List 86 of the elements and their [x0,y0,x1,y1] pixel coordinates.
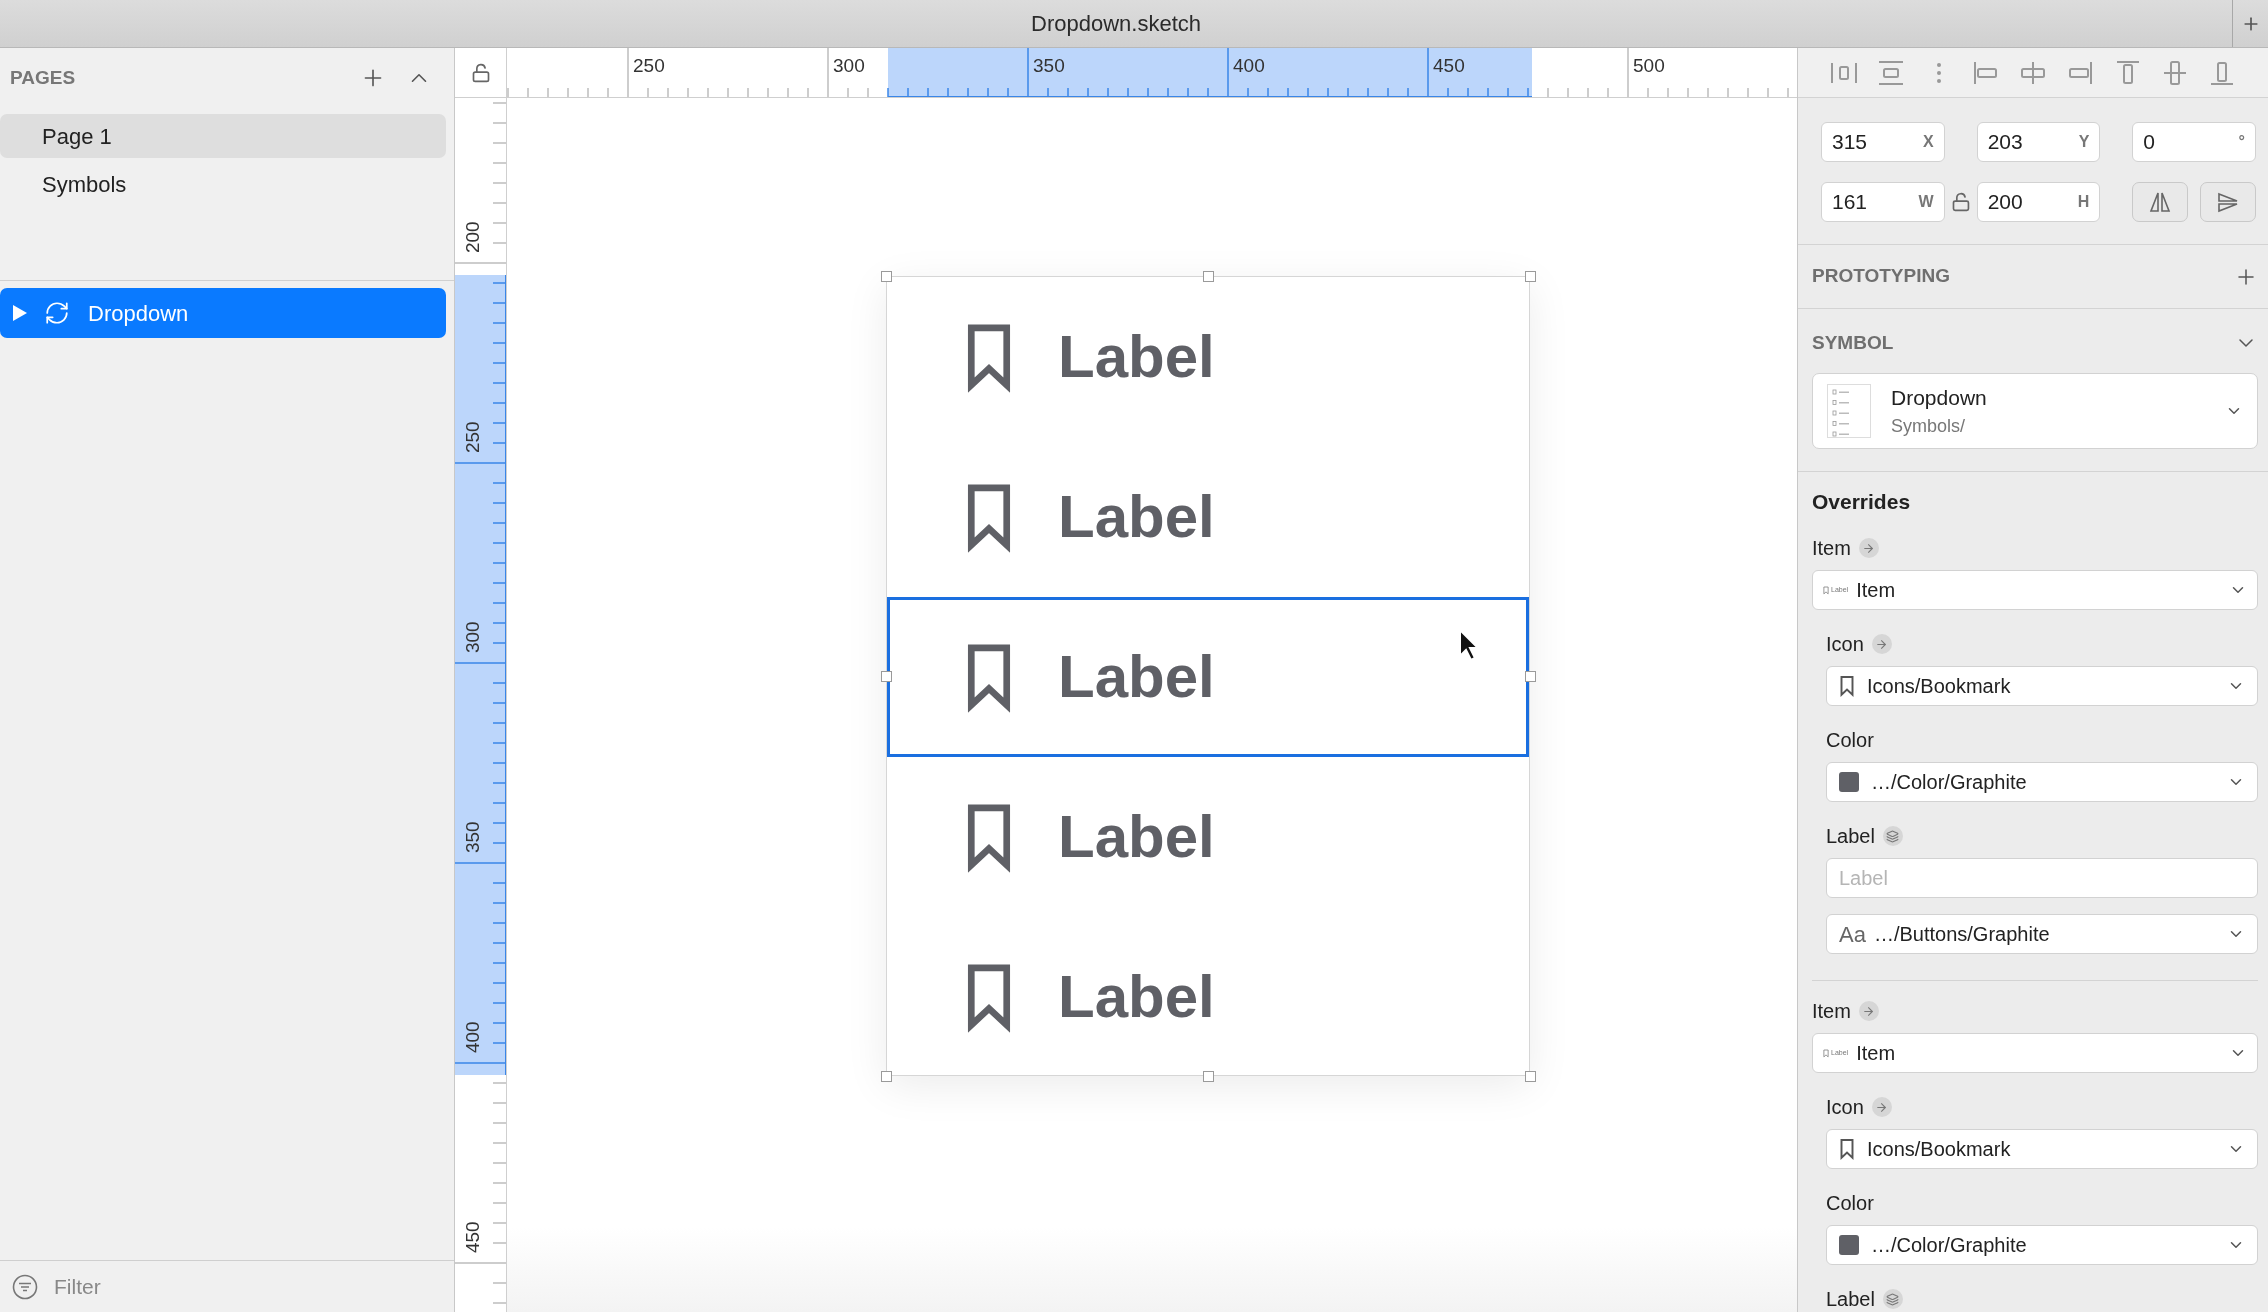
flip-horizontal-button[interactable] [2132,182,2189,222]
prototyping-heading: PROTOTYPING [1812,264,1950,289]
icon-select[interactable]: Icons/Bookmark [1826,666,2258,706]
dropdown-symbol[interactable]: Label Label Label Label Label [886,276,1530,1076]
flip-vertical-button[interactable] [2200,182,2256,222]
ruler-label: 450 [1433,54,1465,78]
collapsed-triangle-icon[interactable] [12,304,28,322]
resize-handle[interactable] [1525,271,1536,282]
resize-handle[interactable] [881,1071,892,1082]
override-heading: Item [1812,999,1851,1024]
window-title: Dropdown.sketch [1030,10,1202,38]
color-swatch [1839,1235,1859,1255]
symbol-picker[interactable]: Dropdown Symbols/ [1812,373,2258,449]
bookmark-icon [1823,1048,1829,1058]
layers-icon[interactable] [1882,1289,1903,1309]
layers-icon[interactable] [1882,826,1903,846]
text-style-preview: Aa [1839,920,1866,949]
page-item[interactable]: Symbols [0,162,446,206]
position-field[interactable]: 315 X [1821,122,1945,162]
menu-row[interactable]: Label [887,757,1529,917]
ruler-label: 300 [833,54,865,78]
item-label: Label [1058,802,1215,872]
layer-item[interactable]: Dropdown [0,288,446,338]
color-swatch [1839,772,1859,792]
override-heading: Label [1826,1287,1875,1312]
ruler-label: 250 [633,54,665,78]
unlocked-icon[interactable] [1950,192,1971,212]
field-unit: ° [2238,132,2245,152]
symbol-name: Dropdown [1891,384,1987,411]
override-heading: Icon [1826,632,1864,657]
symbol-path: Symbols/ [1891,415,1967,439]
field-unit: W [1918,192,1934,212]
ruler-label: 400 [460,1021,484,1053]
size-field[interactable]: 161 W [1821,182,1945,222]
page-item[interactable]: Page 1 [0,114,446,158]
color-select[interactable]: …/Color/Graphite [1826,762,2258,802]
icon-select[interactable]: Icons/Bookmark [1826,1129,2258,1169]
text-style-select[interactable]: Aa …/Buttons/Graphite [1826,914,2258,954]
menu-row[interactable]: Label [887,437,1529,597]
label-input-field[interactable]: Label [1826,858,2258,898]
ruler-label: 500 [1633,54,1665,78]
resize-handle[interactable] [1203,271,1214,282]
field-unit: X [1923,132,1934,152]
ruler-lock-icon[interactable] [470,62,491,83]
ruler-label: 350 [1033,54,1065,78]
position-field[interactable]: 0 ° [2132,122,2256,162]
filter-field[interactable]: Filter [54,1270,414,1303]
filter-icon[interactable] [12,1273,38,1300]
position-field[interactable]: 203 Y [1976,122,2101,162]
pages-heading: PAGES [10,65,76,90]
ruler-label: 200 [460,221,484,253]
resize-handle[interactable] [1525,1071,1536,1082]
ruler-label: 450 [460,1221,484,1253]
bookmark-icon [1823,585,1829,595]
override-heading: Color [1826,1191,1874,1216]
overrides-heading: Overrides [1812,489,1911,516]
menu-row[interactable]: Label [887,597,1529,757]
color-select[interactable]: …/Color/Graphite [1826,1225,2258,1265]
symbol-heading: SYMBOL [1812,330,1894,355]
ruler-label: 250 [460,421,484,453]
menu-row[interactable]: Label [887,277,1529,437]
override-heading: Label [1826,824,1875,849]
item-label: Label [1058,322,1215,392]
field-unit: H [2077,192,2090,212]
resize-handle[interactable] [1203,1071,1214,1082]
resize-handle[interactable] [881,671,892,682]
field-unit: Y [2078,132,2090,152]
flip-horizontal-icon [2148,190,2173,214]
resize-handle[interactable] [881,271,892,282]
bookmark-icon [1839,1138,1855,1160]
ruler-label: 300 [460,621,484,653]
item-label: Label [1058,642,1215,712]
item-label: Label [1058,482,1215,552]
override-heading: Color [1826,728,1874,753]
size-field[interactable]: 200 H [1976,182,2101,222]
menu-row[interactable]: Label [887,917,1529,1077]
bookmark-icon [1839,675,1855,697]
ruler-label: 350 [460,821,484,853]
symbol-icon [44,300,70,326]
symbol-thumbnail-drawing [1827,384,1871,438]
resize-handle[interactable] [1525,671,1536,682]
override-heading: Icon [1826,1095,1864,1120]
ruler-label: 400 [1233,54,1265,78]
item-label: Label [1058,962,1215,1032]
override-heading: Item [1812,536,1851,561]
distribute-vertical-icon[interactable] [1877,58,1906,87]
